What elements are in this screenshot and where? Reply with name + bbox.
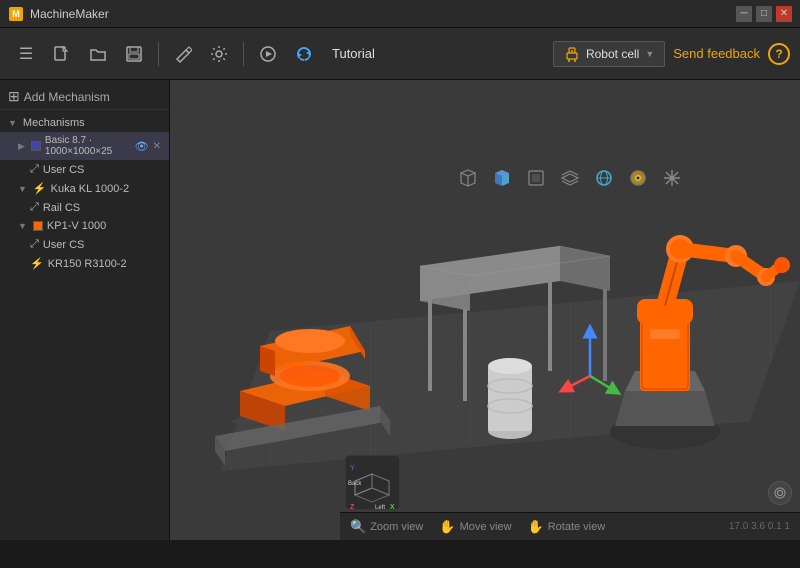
new-button[interactable]: [46, 38, 78, 70]
rail-cs-label: Rail CS: [43, 202, 80, 214]
viewport[interactable]: Z X Y Back Left 🔍 Zoom view ✋ Move view …: [170, 80, 800, 540]
toolbar-separator-2: [243, 42, 244, 66]
edit-button[interactable]: [167, 38, 199, 70]
svg-text:Left: Left: [375, 505, 385, 510]
svg-text:Y: Y: [350, 465, 355, 472]
sidebar: ⊞ Add Mechanism ▼ Mechanisms ▶ Basic 8.7…: [0, 80, 170, 540]
zoom-label: Zoom view: [370, 521, 423, 533]
rotate-label: Rotate view: [548, 521, 605, 533]
tree-item-kuka[interactable]: ▼ ⚡ Kuka KL 1000-2: [0, 179, 169, 198]
tree-item-basic87[interactable]: ▶ Basic 8.7 · 1000×1000×25 👁 ✕: [0, 132, 169, 160]
kr150-label: KR150 R3100-2: [48, 258, 127, 270]
close-button[interactable]: ✕: [776, 6, 792, 22]
layers-button[interactable]: [556, 164, 584, 192]
tree-item-user-cs-1[interactable]: ⤢ User CS: [0, 160, 169, 179]
toolbar-right: Robot cell ▼ Send feedback ?: [553, 41, 790, 67]
mechanisms-arrow: ▼: [8, 118, 17, 128]
tree-item-kp1v[interactable]: ▼ KP1-V 1000: [0, 217, 169, 235]
user-cs-2-label: User CS: [43, 239, 85, 251]
send-feedback-button[interactable]: Send feedback: [673, 46, 760, 61]
kp1v-arrow: ▼: [18, 221, 27, 231]
move-icon: ✋: [439, 519, 455, 535]
kp1v-color: [33, 221, 43, 231]
globe-button[interactable]: [590, 164, 618, 192]
eye-circle-button[interactable]: [624, 164, 652, 192]
toolbar-separator-1: [158, 42, 159, 66]
mechanisms-section: ▼ Mechanisms: [0, 114, 169, 132]
move-label: Move view: [460, 521, 512, 533]
camera-button[interactable]: [768, 481, 792, 505]
maximize-button[interactable]: □: [756, 6, 772, 22]
svg-text:Z: Z: [350, 504, 355, 510]
kuka-label: Kuka KL 1000-2: [51, 183, 129, 195]
robot-cell-button[interactable]: Robot cell ▼: [553, 41, 665, 67]
robot-icon: [564, 46, 580, 62]
zoom-icon: 🔍: [350, 519, 366, 535]
tree-item-kr150[interactable]: ⚡ KR150 R3100-2: [0, 254, 169, 273]
kr150-icon: ⚡: [30, 257, 44, 270]
titlebar-left: M MachineMaker: [8, 6, 109, 22]
scissors-button[interactable]: [658, 164, 686, 192]
move-view-item: ✋ Move view: [439, 519, 511, 535]
basic87-color: [31, 141, 41, 151]
kuka-arrow: ▼: [18, 184, 27, 194]
minimize-button[interactable]: ─: [736, 6, 752, 22]
open-button[interactable]: [82, 38, 114, 70]
status-bar: 🔍 Zoom view ✋ Move view ✋ Rotate view 17…: [340, 512, 800, 540]
save-button[interactable]: [118, 38, 150, 70]
sync-button[interactable]: [288, 38, 320, 70]
basic87-eye-icon[interactable]: 👁: [135, 140, 149, 153]
mechanisms-label: Mechanisms: [23, 117, 85, 129]
cube-wireframe-button[interactable]: [454, 164, 482, 192]
scene-svg: [170, 80, 800, 512]
view-toolbar: [340, 160, 800, 196]
svg-text:Back: Back: [348, 481, 362, 487]
add-mechanism-button[interactable]: ⊞ Add Mechanism: [0, 84, 169, 110]
cube-solid-button[interactable]: [488, 164, 516, 192]
tree-item-user-cs-2[interactable]: ⤢ User CS: [0, 235, 169, 254]
tree-item-rail-cs[interactable]: ⤢ Rail CS: [0, 198, 169, 217]
kp1v-label: KP1-V 1000: [47, 220, 106, 232]
basic87-close-icon[interactable]: ✕: [153, 141, 161, 152]
app-title: MachineMaker: [30, 7, 109, 21]
add-mechanism-label: Add Mechanism: [24, 90, 110, 104]
play-button[interactable]: [252, 38, 284, 70]
axes-indicator: Z X Y Back Left: [345, 455, 395, 505]
title-bar: M MachineMaker ─ □ ✕: [0, 0, 800, 28]
user-cs-2-icon: ⤢: [30, 238, 39, 251]
robot-cell-chevron: ▼: [645, 49, 654, 59]
cube-face-button[interactable]: [522, 164, 550, 192]
help-button[interactable]: ?: [768, 43, 790, 65]
user-cs-1-icon: ⤢: [30, 163, 39, 176]
main-area: ⊞ Add Mechanism ▼ Mechanisms ▶ Basic 8.7…: [0, 80, 800, 540]
zoom-view-item: 🔍 Zoom view: [350, 519, 423, 535]
svg-text:M: M: [12, 9, 20, 19]
add-icon: ⊞: [8, 88, 20, 105]
svg-text:X: X: [390, 504, 395, 510]
rotate-view-item: ✋ Rotate view: [528, 519, 606, 535]
kuka-icon: ⚡: [33, 182, 47, 195]
coordinates: 17.0 3.6 0.1 1: [729, 521, 790, 532]
basic87-label: Basic 8.7 · 1000×1000×25: [45, 135, 129, 157]
rail-cs-icon: ⤢: [30, 201, 39, 214]
main-toolbar: ☰ Tutorial Robot cell: [0, 28, 800, 80]
toolbar-title: Tutorial: [332, 46, 375, 61]
window-controls: ─ □ ✕: [736, 6, 792, 22]
rotate-icon: ✋: [528, 519, 544, 535]
scene-container: [170, 80, 800, 512]
menu-button[interactable]: ☰: [10, 38, 42, 70]
user-cs-1-label: User CS: [43, 164, 85, 176]
app-logo-icon: M: [8, 6, 24, 22]
basic87-arrow: ▶: [18, 141, 25, 152]
settings-button[interactable]: [203, 38, 235, 70]
robot-cell-label: Robot cell: [586, 47, 639, 61]
